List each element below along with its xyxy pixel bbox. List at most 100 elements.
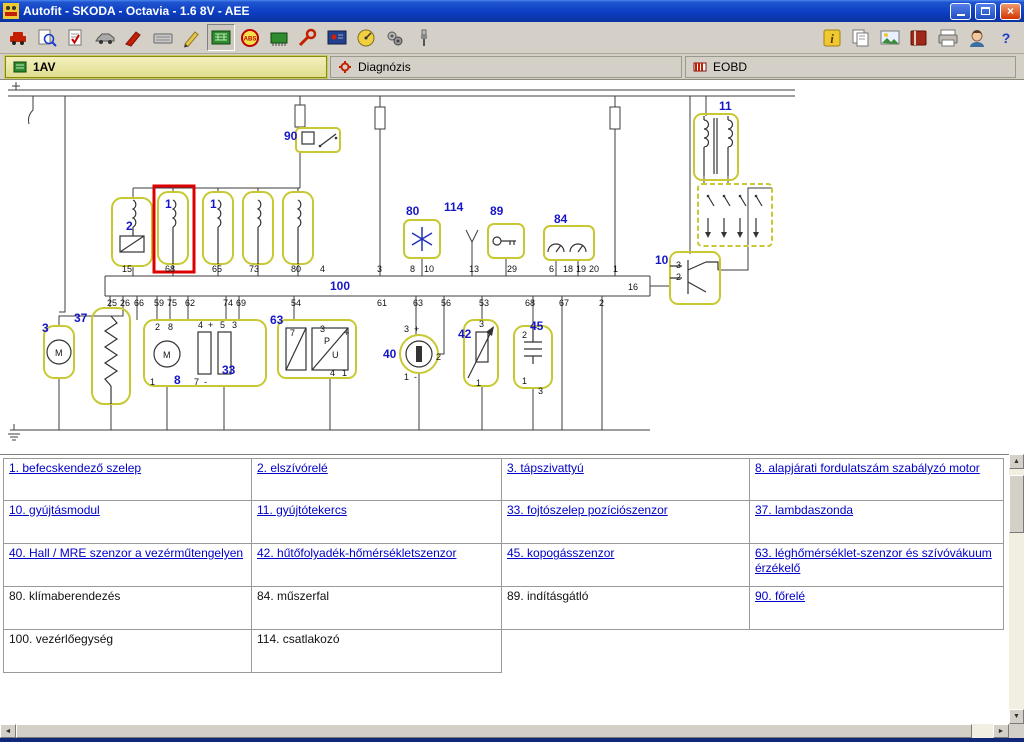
vehicle-data-button[interactable] xyxy=(91,24,119,51)
circuit-tab-icon xyxy=(13,61,27,73)
component-number-label[interactable]: 100 xyxy=(330,279,350,293)
bodywork-button[interactable] xyxy=(120,24,148,51)
legend-item-2[interactable]: 2. elszívórelé xyxy=(257,461,328,475)
tab-diagnozis[interactable]: Diagnózis xyxy=(330,56,682,78)
scroll-up-button[interactable]: ▲ xyxy=(1009,454,1024,469)
engine-service-button[interactable] xyxy=(294,24,322,51)
legend-item-3[interactable]: 3. tápszivattyú xyxy=(507,461,584,475)
horizontal-scroll-thumb[interactable] xyxy=(16,724,972,738)
arrow-right-icon: ► xyxy=(997,727,1005,735)
vertical-scrollbar[interactable]: ▲ ▼ xyxy=(1009,454,1024,724)
component-number-label[interactable]: 11 xyxy=(719,99,732,113)
help-button[interactable]: ? xyxy=(992,24,1020,51)
component-number-label[interactable]: 89 xyxy=(490,204,504,218)
pin-number-label: 1 xyxy=(342,368,347,378)
scroll-right-button[interactable]: ► xyxy=(993,724,1009,738)
print-button[interactable] xyxy=(934,24,962,51)
info-button[interactable]: i xyxy=(818,24,846,51)
pin-number-label: 1 xyxy=(522,376,527,386)
abs-button[interactable]: ABS xyxy=(236,24,264,51)
wiring-diagram[interactable]: 90111 1280 114 89841001033783363404245 15 68… xyxy=(0,80,1009,454)
settings-gears-button[interactable] xyxy=(381,24,409,51)
legend-item-90[interactable]: 90. főrelé xyxy=(755,589,805,603)
component-number-label[interactable]: 1 xyxy=(210,197,217,211)
legend-item-33[interactable]: 33. fojtószelep pozíciószenzor xyxy=(507,503,668,517)
legend-item-11[interactable]: 11. gyújtótekercs xyxy=(257,503,347,517)
user-button[interactable] xyxy=(963,24,991,51)
spark-plug-icon xyxy=(421,29,427,46)
component-number-label[interactable]: 90 xyxy=(284,129,298,143)
legend-item-40[interactable]: 40. Hall / MRE szenzor a vezérműtengelye… xyxy=(9,546,243,560)
minimize-button[interactable] xyxy=(950,2,971,20)
component-number-label[interactable]: 80 xyxy=(406,204,420,218)
component-number-label[interactable]: 40 xyxy=(383,347,397,361)
component-number-label[interactable]: 84 xyxy=(554,212,568,226)
maximize-button[interactable] xyxy=(975,2,996,20)
legend-item-1[interactable]: 1. befecskendező szelep xyxy=(9,461,141,475)
component-number-label[interactable]: 10 xyxy=(655,253,669,267)
component-number-label[interactable]: 1 xyxy=(165,197,172,211)
pin-number-label: 3 xyxy=(377,264,382,274)
component-number-label[interactable]: 3 xyxy=(42,321,49,335)
pin-number-label: 7 xyxy=(194,377,199,387)
manual-button[interactable] xyxy=(905,24,933,51)
vertical-scroll-track[interactable] xyxy=(1009,469,1024,709)
pin-number-label: 7 xyxy=(290,328,295,338)
pin-number-label: 3 xyxy=(538,386,543,396)
horizontal-scrollbar[interactable]: ◄ ► xyxy=(0,724,1009,738)
svg-text:i: i xyxy=(830,31,834,46)
diagnosis-tab-icon xyxy=(339,61,351,73)
legend-cell: 63. léghőmérséklet-szenzor és szívóvákuu… xyxy=(750,544,1004,587)
tab-1av[interactable]: 1AV xyxy=(4,55,328,79)
pin-number-labels: 15 68 65 73 80 4 3 8 10 13 29 6 18 19 20 11625 26 66 59 75 6… xyxy=(55,260,681,396)
pin-number-label: + xyxy=(344,328,349,338)
image-button[interactable] xyxy=(876,24,904,51)
pin-number-label: - xyxy=(414,372,417,382)
scroll-down-button[interactable]: ▼ xyxy=(1009,709,1024,724)
component-number-label[interactable]: 63 xyxy=(270,313,284,327)
component-number-label[interactable]: 45 xyxy=(530,319,544,333)
close-button[interactable]: × xyxy=(1000,2,1021,20)
component-number-label[interactable]: 33 xyxy=(222,363,236,377)
console-button[interactable] xyxy=(149,24,177,51)
scroll-left-button[interactable]: ◄ xyxy=(0,724,16,738)
legend-item-45[interactable]: 45. kopogásszenzor xyxy=(507,546,614,560)
legend-item-10[interactable]: 10. gyújtásmodul xyxy=(9,503,100,517)
legend-item-8[interactable]: 8. alapjárati fordulatszám szabályzó mot… xyxy=(755,461,980,475)
pin-number-label: 66 xyxy=(134,298,144,308)
legend-item-42[interactable]: 42. hűtőfolyadék-hőmérsékletszenzor xyxy=(257,546,456,560)
wiring-diagram-pane[interactable]: 90 11 1 1 2 80 114 89 84 100 10 3 37 8 33 63 40 42 45 15 68… xyxy=(0,80,1024,454)
legend-item-63[interactable]: 63. léghőmérséklet-szenzor és szívóvákuu… xyxy=(755,546,992,575)
wiring-diagram-button[interactable] xyxy=(207,24,235,51)
pin-number-label: 8 xyxy=(410,264,415,274)
legend-item-114: 114. csatlakozó xyxy=(257,632,340,646)
user-icon xyxy=(970,29,984,47)
control-module-button[interactable] xyxy=(265,24,293,51)
pin-number-label: 3 xyxy=(232,320,237,330)
component-number-label[interactable]: 114 xyxy=(444,200,464,214)
eobd-tab-icon xyxy=(693,62,707,72)
legend-item-84: 84. műszerfal xyxy=(257,589,330,603)
checklist-button[interactable] xyxy=(62,24,90,51)
title-bar[interactable]: Autofit - SKODA - Octavia - 1.6 8V - AEE… xyxy=(0,0,1024,22)
help-icon: ? xyxy=(1002,30,1011,46)
scrollbar-corner xyxy=(1009,724,1024,738)
edit-button[interactable] xyxy=(178,24,206,51)
vertical-scroll-thumb[interactable] xyxy=(1009,475,1024,533)
component-number-label[interactable]: 37 xyxy=(74,311,88,325)
gauge-button[interactable] xyxy=(352,24,380,51)
legend-cell: 40. Hall / MRE szenzor a vezérműtengelye… xyxy=(3,544,252,587)
legend-item-37[interactable]: 37. lambdaszonda xyxy=(755,503,853,517)
arrow-down-icon: ▼ xyxy=(1013,713,1020,720)
component-number-label[interactable]: 8 xyxy=(174,373,181,387)
documents-button[interactable] xyxy=(847,24,875,51)
component-number-label[interactable]: 2 xyxy=(126,219,133,233)
diagnostics-button[interactable] xyxy=(323,24,351,51)
pin-number-label: 1 xyxy=(150,377,155,387)
spark-plug-button[interactable] xyxy=(410,24,438,51)
vehicle-select-button[interactable] xyxy=(4,24,32,51)
pin-number-label: 1 xyxy=(476,378,481,388)
tab-eobd[interactable]: EOBD xyxy=(685,56,1016,78)
component-number-label[interactable]: 42 xyxy=(458,327,472,341)
zoom-document-button[interactable] xyxy=(33,24,61,51)
